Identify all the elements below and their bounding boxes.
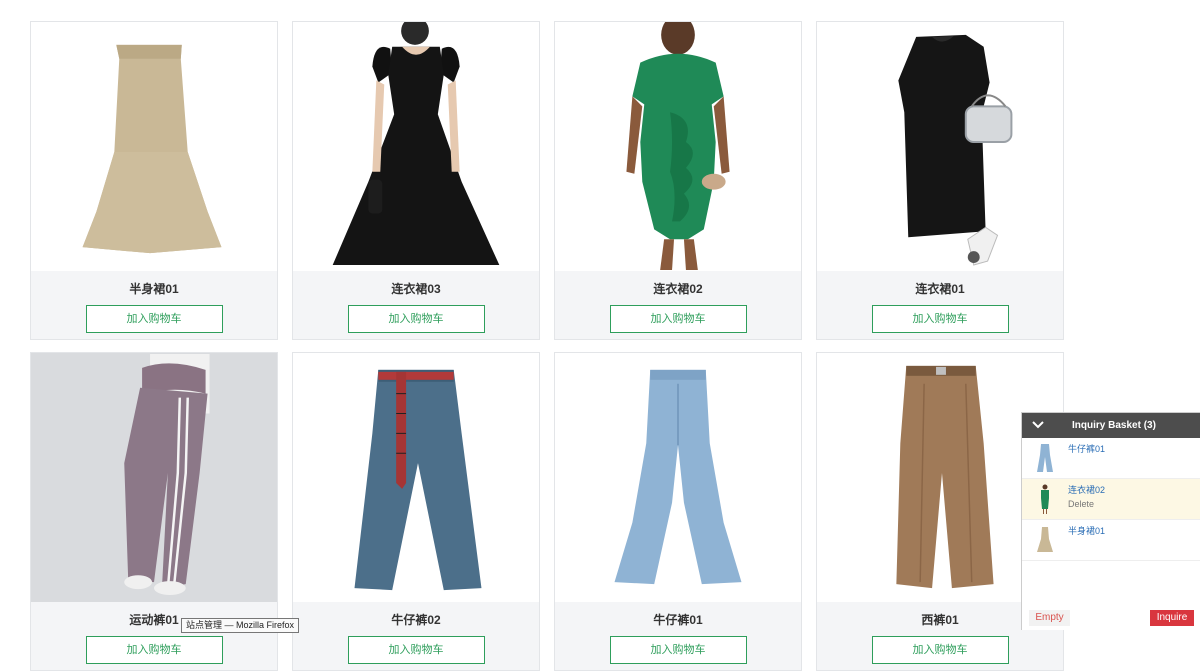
delete-link[interactable]: Delete xyxy=(1068,499,1094,509)
product-name: 半身裙01 xyxy=(129,282,179,296)
basket-item[interactable]: 连衣裙02 Delete xyxy=(1022,479,1200,520)
add-to-cart-button[interactable]: 加入购物车 xyxy=(85,636,223,664)
product-image-green-dress[interactable] xyxy=(555,22,801,271)
product-card: 半身裙01 加入购物车 xyxy=(30,21,278,340)
add-to-cart-button[interactable]: 加入购物车 xyxy=(347,305,485,333)
basket-item[interactable]: 半身裙01 xyxy=(1022,520,1200,561)
product-card: 连衣裙01 加入购物车 xyxy=(816,21,1064,340)
basket-header[interactable]: Inquiry Basket (3) xyxy=(1022,413,1200,438)
product-image-light-flare-jeans[interactable] xyxy=(555,353,801,602)
product-image-purple-track-pants[interactable] xyxy=(31,353,277,602)
basket-item-image-light-flare-jeans xyxy=(1037,444,1053,472)
window-tooltip: 站点管理 — Mozilla Firefox xyxy=(181,618,300,633)
product-name: 牛仔裤02 xyxy=(391,613,441,627)
add-to-cart-button[interactable]: 加入购物车 xyxy=(347,636,485,664)
basket-item-image-green-dress xyxy=(1041,484,1049,514)
product-name: 牛仔裤01 xyxy=(653,613,703,627)
product-card: 连衣裙02 加入购物车 xyxy=(554,21,802,340)
product-name: 连衣裙03 xyxy=(391,282,441,296)
add-to-cart-button[interactable]: 加入购物车 xyxy=(871,636,1009,664)
product-grid: 半身裙01 加入购物车 连衣裙03 加入购物车 连衣裙02 加入购物车 连衣裙0… xyxy=(30,21,1064,671)
basket-item-name[interactable]: 半身裙01 xyxy=(1068,524,1105,537)
add-to-cart-button[interactable]: 加入购物车 xyxy=(609,636,747,664)
basket-item-image-beige-skirt xyxy=(1037,527,1053,552)
add-to-cart-button[interactable]: 加入购物车 xyxy=(609,305,747,333)
product-image-beige-skirt[interactable] xyxy=(31,22,277,271)
inquiry-basket: Inquiry Basket (3) 牛仔裤01 连衣裙02 Delete 半身… xyxy=(1021,412,1200,630)
empty-button[interactable]: Empty xyxy=(1029,610,1070,626)
basket-title: Inquiry Basket (3) xyxy=(1072,420,1156,431)
inquire-button[interactable]: Inquire xyxy=(1150,610,1194,626)
product-name: 连衣裙01 xyxy=(915,282,965,296)
product-card: 连衣裙03 加入购物车 xyxy=(292,21,540,340)
product-card: 牛仔裤01 加入购物车 xyxy=(554,352,802,671)
product-image-black-shift-dress[interactable] xyxy=(817,22,1063,271)
chevron-down-icon[interactable] xyxy=(1032,420,1044,430)
product-image-dark-jeans[interactable] xyxy=(293,353,539,602)
basket-item-name[interactable]: 牛仔裤01 xyxy=(1068,442,1105,455)
product-name: 连衣裙02 xyxy=(653,282,703,296)
add-to-cart-button[interactable]: 加入购物车 xyxy=(871,305,1009,333)
basket-item-name[interactable]: 连衣裙02 xyxy=(1068,483,1105,496)
product-card: 牛仔裤02 加入购物车 xyxy=(292,352,540,671)
add-to-cart-button[interactable]: 加入购物车 xyxy=(85,305,223,333)
product-image-black-dress[interactable] xyxy=(293,22,539,271)
basket-item[interactable]: 牛仔裤01 xyxy=(1022,438,1200,479)
